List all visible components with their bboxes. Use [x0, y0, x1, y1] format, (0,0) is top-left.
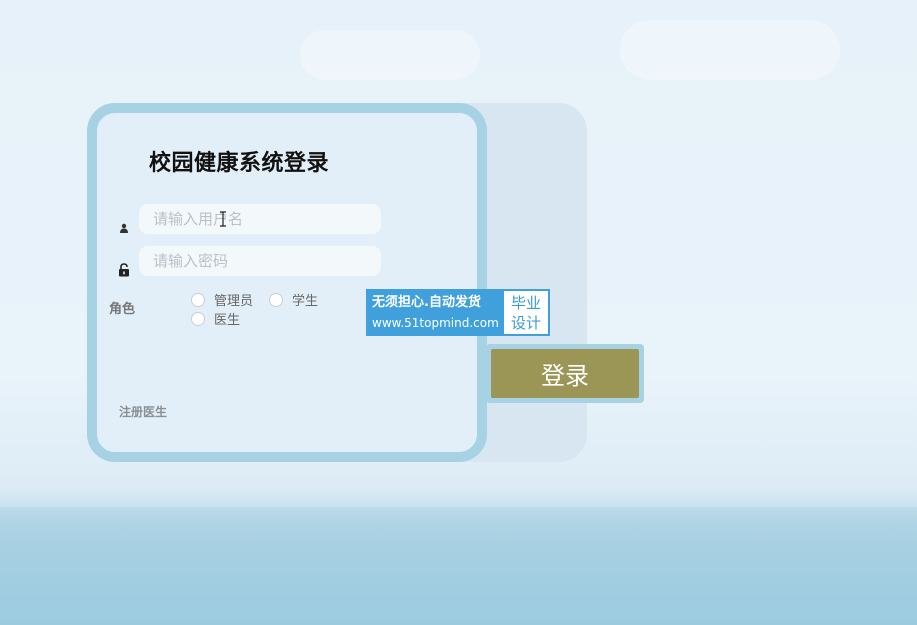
- ad-badge-line1: 毕业: [510, 294, 541, 312]
- ad-badge-line2: 设计: [510, 314, 541, 332]
- radio-label-doctor: 医生: [214, 313, 241, 328]
- login-button[interactable]: 登录: [491, 349, 639, 398]
- username-input[interactable]: [139, 204, 381, 234]
- radio-circle[interactable]: [269, 292, 283, 307]
- sky-decoration: [620, 20, 840, 80]
- user-icon: [117, 221, 131, 235]
- role-radio-admin[interactable]: 管理员: [191, 290, 253, 309]
- background-sea: [0, 507, 917, 625]
- radio-label-student: 学生: [292, 294, 319, 309]
- login-card: 校园健康系统登录 角色 管理员 学生 医生 注册医生: [87, 103, 487, 462]
- radio-circle[interactable]: [191, 292, 205, 307]
- lock-icon: [117, 263, 131, 277]
- sky-decoration: [300, 30, 480, 80]
- ad-text-block: 无须担心.自动发货 www.51topmind.com: [367, 290, 503, 335]
- radio-circle[interactable]: [191, 311, 205, 326]
- radio-label-admin: 管理员: [214, 294, 254, 309]
- role-radio-doctor[interactable]: 医生: [191, 309, 240, 328]
- role-label: 角色: [109, 302, 136, 317]
- page-title: 校园健康系统登录: [149, 151, 330, 176]
- role-radio-student[interactable]: 学生: [269, 290, 318, 309]
- login-button-frame: 登录: [486, 344, 644, 403]
- ad-badge: 毕业 设计: [504, 291, 548, 334]
- password-input[interactable]: [139, 246, 381, 276]
- text-cursor-icon: [220, 211, 226, 227]
- ad-url: www.51topmind.com: [372, 316, 499, 330]
- ad-slogan: 无须担心.自动发货: [372, 295, 481, 310]
- ad-banner[interactable]: 无须担心.自动发货 www.51topmind.com 毕业 设计: [366, 289, 550, 336]
- register-doctor-link[interactable]: 注册医生: [119, 403, 167, 420]
